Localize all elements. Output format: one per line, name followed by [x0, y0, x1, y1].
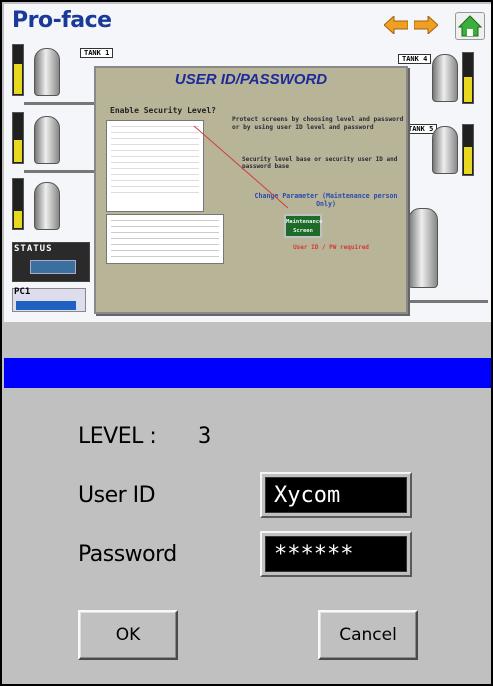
tank-label-1: TANK 1 — [80, 48, 114, 58]
tank-label-4: TANK 4 — [398, 54, 432, 64]
level-gauge-1 — [12, 44, 24, 96]
modal-footer-note: User ID / PW required — [293, 244, 369, 251]
pc-indicator — [16, 301, 76, 310]
modal-title: USER ID/PASSWORD — [174, 71, 328, 88]
password-value[interactable]: ****** — [265, 536, 407, 572]
home-button[interactable] — [455, 12, 485, 40]
brand-logo: Pro-face — [12, 8, 112, 33]
tank-graphic-6 — [408, 208, 438, 288]
app-window: Pro-face TANK 1 TANK 4 TANK 5 STATUS PC1… — [0, 0, 493, 686]
pipe — [24, 102, 96, 105]
tank-graphic-4 — [432, 54, 458, 102]
user-id-label: User ID — [78, 483, 156, 508]
tank-graphic-1 — [34, 48, 60, 96]
level-gauge-2 — [12, 112, 24, 164]
security-modal: USER ID/PASSWORD Enable Security Level? … — [94, 66, 408, 314]
level-gauge-3 — [12, 178, 24, 230]
ok-button[interactable]: OK — [78, 610, 178, 660]
hmi-screen: Pro-face TANK 1 TANK 4 TANK 5 STATUS PC1… — [4, 4, 491, 322]
password-label: Password — [78, 542, 177, 567]
forward-arrow-icon[interactable] — [414, 16, 438, 34]
tank-graphic-3 — [34, 182, 60, 230]
cancel-button[interactable]: Cancel — [318, 610, 418, 660]
back-arrow-icon[interactable] — [384, 16, 408, 34]
pc-label: PC1 — [14, 287, 31, 297]
user-id-value[interactable]: Xycom — [265, 477, 407, 513]
level-label: LEVEL : — [78, 424, 157, 449]
pipe — [408, 300, 488, 303]
modal-subtitle: Enable Security Level? — [110, 106, 216, 115]
level-value: 3 — [198, 424, 212, 449]
level-gauge-5 — [462, 124, 474, 176]
title-bar — [4, 358, 491, 388]
login-panel: LEVEL : 3 User ID Xycom Password ****** … — [4, 388, 491, 684]
status-label: STATUS — [14, 244, 53, 254]
pipe — [24, 170, 96, 173]
status-indicator — [30, 260, 76, 274]
pointer-line — [193, 125, 289, 209]
user-id-field[interactable]: Xycom — [260, 472, 412, 518]
password-field[interactable]: ****** — [260, 531, 412, 577]
maintenance-screen-button[interactable]: Maintenance Screen — [284, 214, 322, 238]
security-level-list — [106, 120, 204, 212]
user-list — [106, 214, 224, 264]
tank-graphic-5 — [432, 126, 458, 174]
level-gauge-4 — [462, 52, 474, 104]
tank-graphic-2 — [34, 116, 60, 164]
home-icon — [457, 15, 483, 37]
